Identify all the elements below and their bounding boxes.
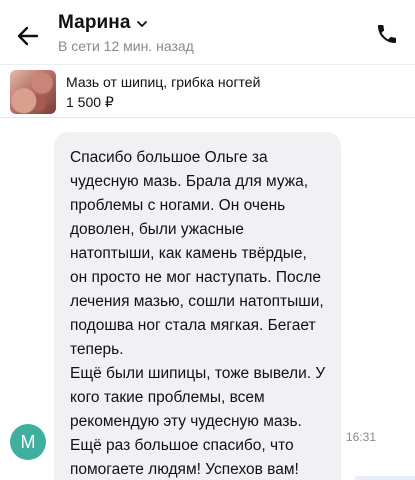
call-button[interactable] xyxy=(373,20,401,48)
listing-price: 1 500 ₽ xyxy=(66,94,114,110)
listing-title: Мазь от шипиц, грибка ногтей xyxy=(66,74,261,90)
listing-strip[interactable]: Мазь от шипиц, грибка ногтей 1 500 ₽ xyxy=(0,64,415,118)
message-bubble[interactable]: Спасибо большое Ольге за чудесную мазь. … xyxy=(54,132,341,480)
last-seen-status: В сети 12 мин. назад xyxy=(58,38,194,54)
chevron-down-icon xyxy=(135,17,149,31)
back-button[interactable] xyxy=(14,22,42,50)
arrow-left-icon xyxy=(17,26,39,46)
listing-thumbnail xyxy=(10,70,56,114)
phone-icon xyxy=(378,25,396,43)
contact-info[interactable]: Марина В сети 12 мин. назад xyxy=(58,12,194,54)
contact-name: Марина xyxy=(58,12,131,33)
next-message-edge xyxy=(355,476,415,480)
chat-header: Марина В сети 12 мин. назад xyxy=(0,0,415,64)
contact-name-row: Марина xyxy=(58,12,194,34)
chat-screen: Марина В сети 12 мин. назад Мазь от шипи… xyxy=(0,0,415,480)
message-timestamp: 16:31 xyxy=(346,430,377,444)
avatar[interactable]: М xyxy=(10,424,46,460)
message-list[interactable]: Спасибо большое Ольге за чудесную мазь. … xyxy=(0,118,415,480)
